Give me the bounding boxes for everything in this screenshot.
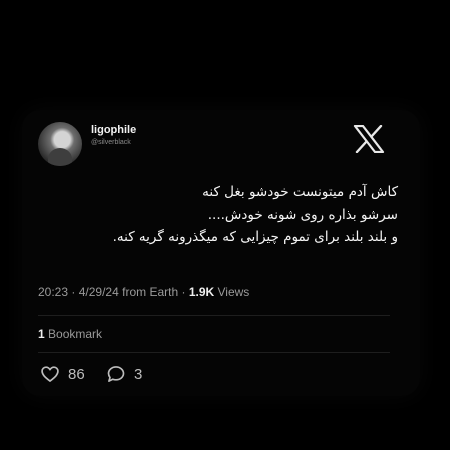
views-label: Views <box>217 285 250 299</box>
avatar[interactable] <box>38 122 82 166</box>
divider <box>38 352 390 353</box>
author-display-name[interactable]: ligophile <box>91 124 136 136</box>
heart-icon <box>41 366 59 382</box>
reply-bubble-icon <box>107 366 125 382</box>
tweet-card: ligophile @silverblack کاش آدم میتونست خ… <box>22 110 420 396</box>
tweet-text-line: و بلند بلند برای تموم چیزایی که میگذرونه… <box>112 229 398 245</box>
views-count[interactable]: 1.9K <box>189 285 214 299</box>
bookmark-count: 1 <box>38 327 45 341</box>
divider <box>38 315 390 316</box>
tweet-meta: 20:23 · 4/29/24 from Earth · 1.9K Views <box>38 285 249 299</box>
bookmarks-row[interactable]: 1 Bookmark <box>38 327 102 341</box>
tweet-text-line: کاش آدم میتونست خودشو بغل کنه <box>202 184 398 200</box>
author-handle[interactable]: @silverblack <box>91 139 131 146</box>
like-count: 86 <box>68 365 85 383</box>
tweet-text-line: سرشو بذاره روی شونه خودش.... <box>207 206 398 223</box>
meta-separator: · <box>71 285 76 299</box>
meta-separator: · <box>181 285 186 299</box>
x-logo-icon <box>353 125 385 153</box>
tweet-date[interactable]: 4/29/24 <box>79 285 119 299</box>
reply-count: 3 <box>134 365 143 383</box>
tweet-text: کاش آدم میتونست خودشو بغل کنه سرشو بذاره… <box>46 181 398 249</box>
tweet-source: from Earth <box>122 285 179 299</box>
like-button[interactable]: 86 <box>40 363 85 385</box>
tweet-time[interactable]: 20:23 <box>38 285 68 299</box>
bookmark-label: Bookmark <box>48 327 103 341</box>
reply-button[interactable]: 3 <box>106 363 142 385</box>
